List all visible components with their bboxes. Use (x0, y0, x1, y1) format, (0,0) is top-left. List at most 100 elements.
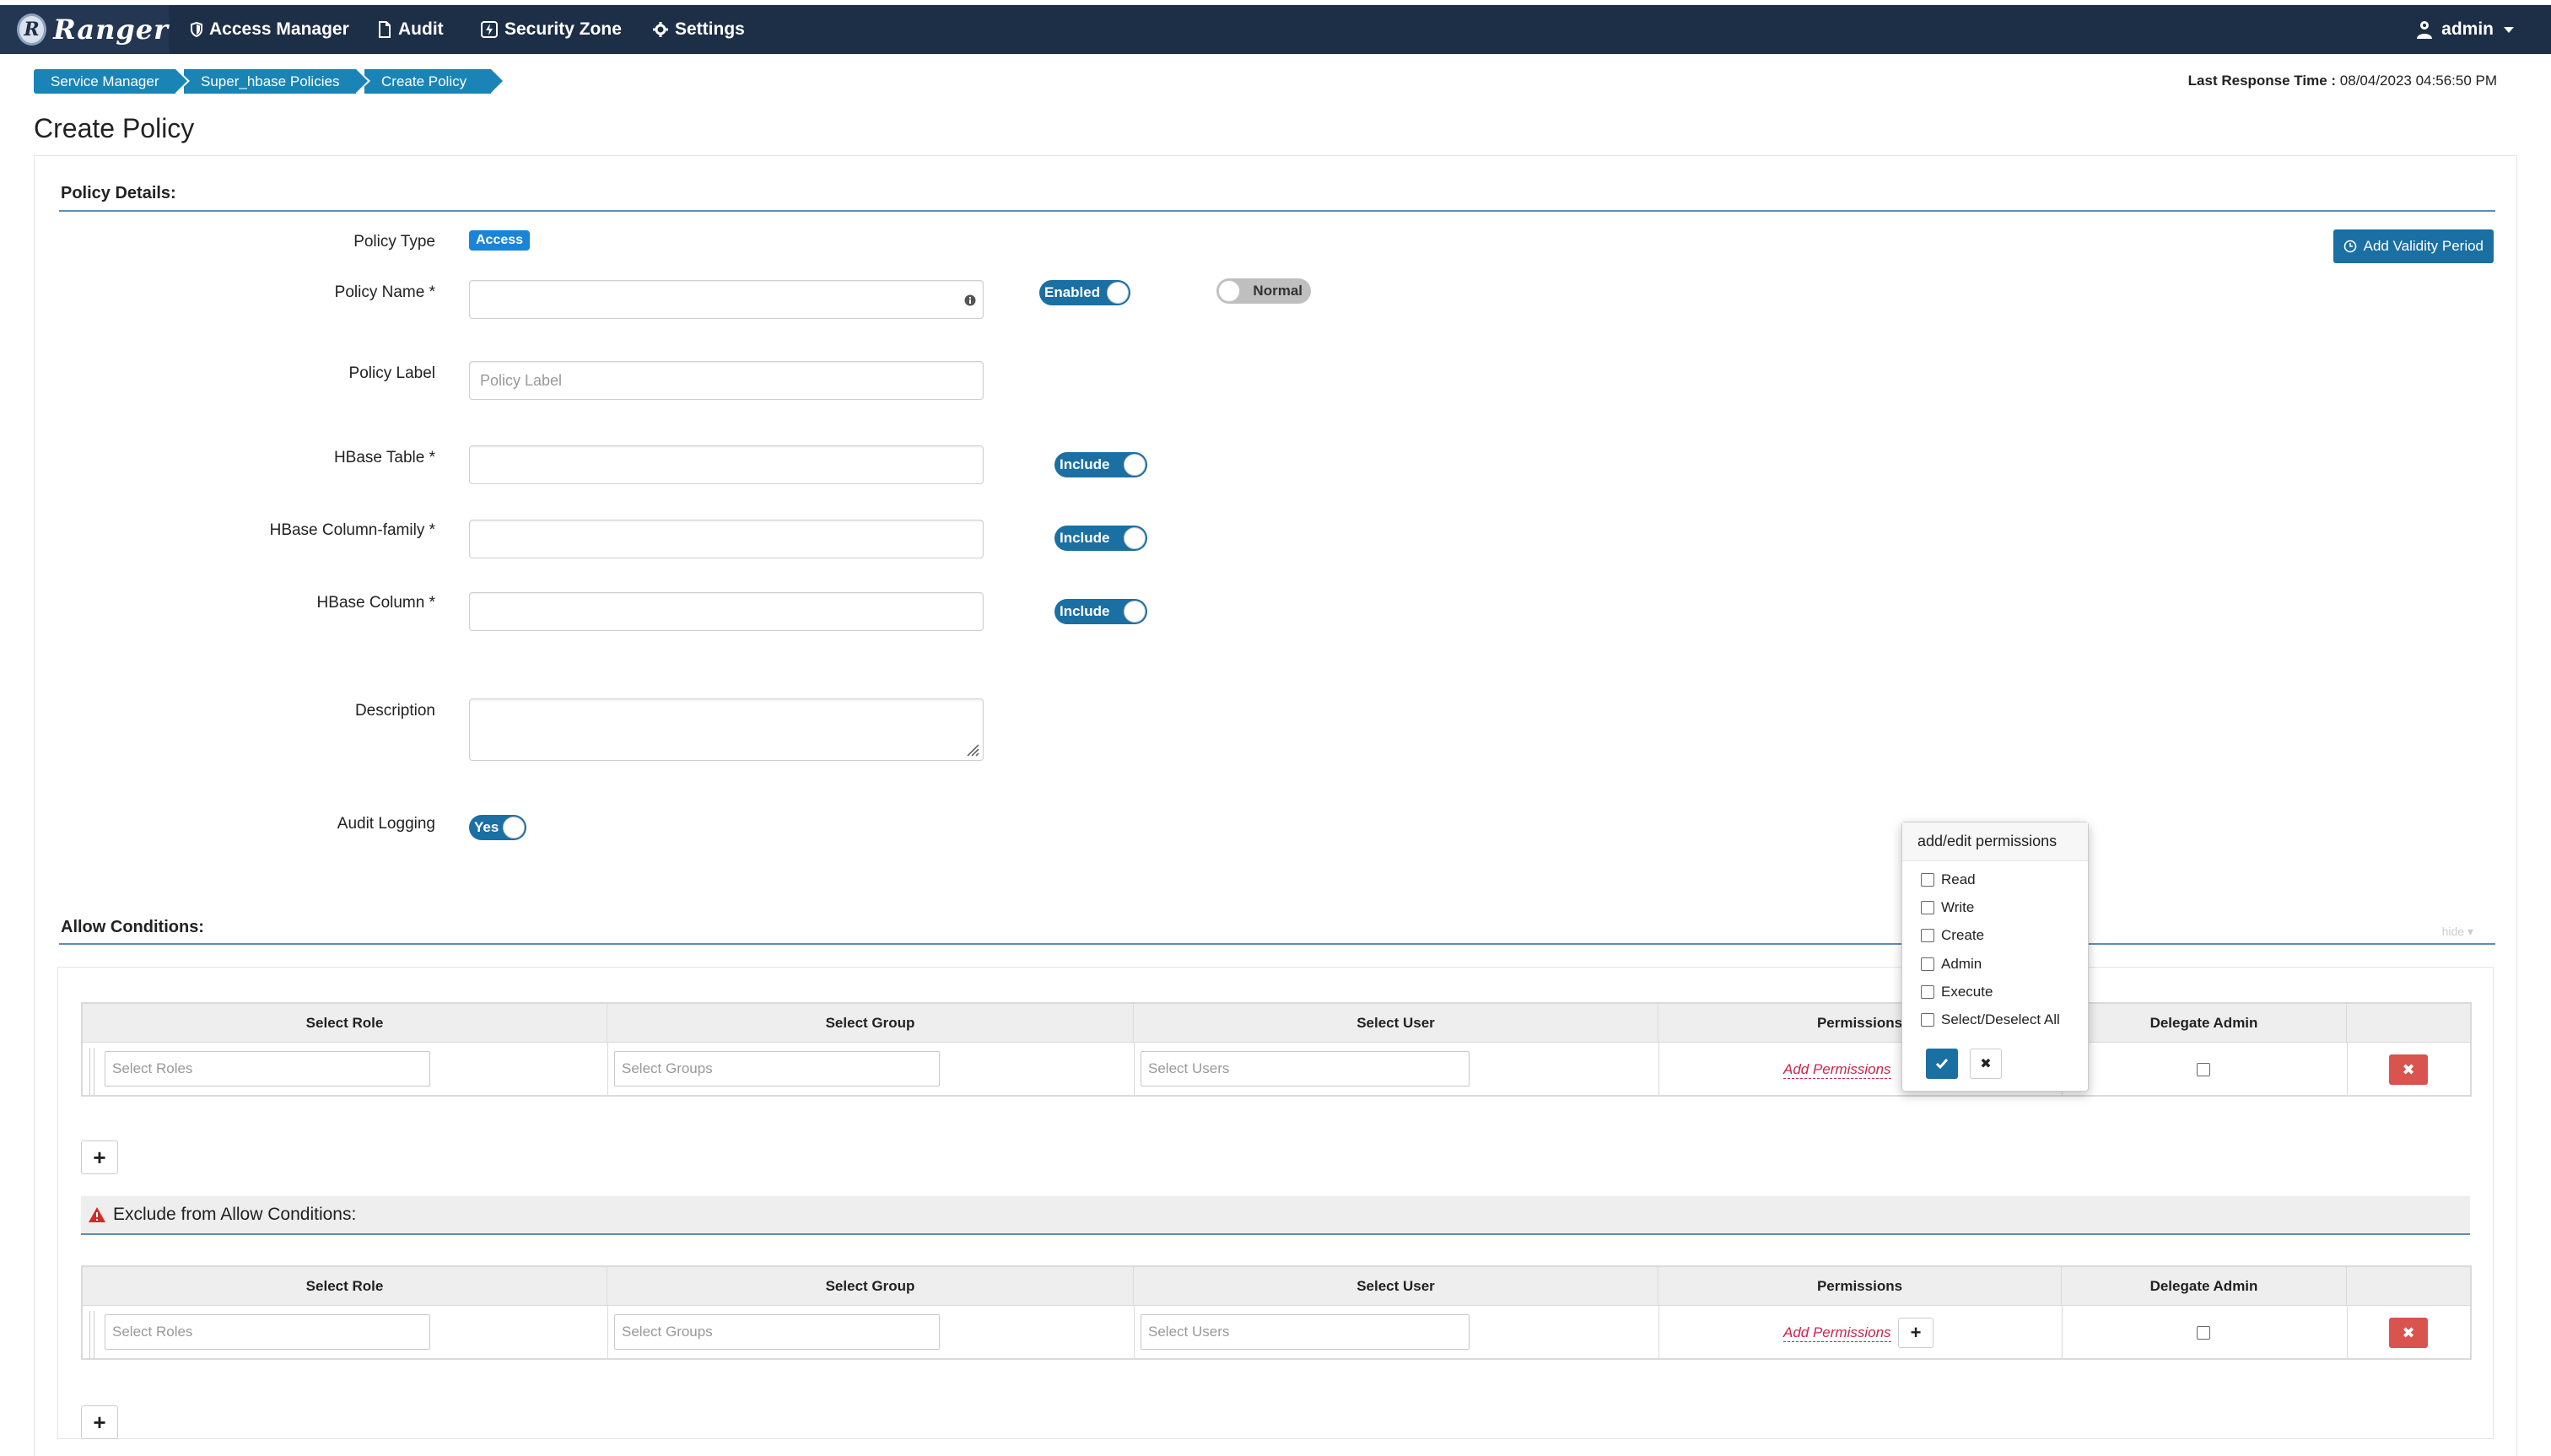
perm-option-label: Read (1941, 871, 1976, 887)
perm-option-label: Write (1941, 899, 1975, 915)
checkbox[interactable] (1921, 873, 1934, 887)
add-permissions-link[interactable]: Add Permissions (1783, 1061, 1891, 1079)
perm-option-label: Execute (1941, 984, 1993, 1000)
col-select-user: Select User (1134, 1004, 1658, 1043)
col-divider (607, 1306, 608, 1358)
popover-confirm-button[interactable] (1926, 1049, 1958, 1079)
section-divider (59, 943, 2495, 945)
toggle-knob (1124, 527, 1146, 549)
perm-option-select-all[interactable]: Select/Deselect All (1921, 1011, 2060, 1028)
normal-toggle[interactable]: Normal (1216, 278, 1311, 304)
audit-logging-label: Audit Logging (337, 815, 435, 833)
permissions-popover: add/edit permissions Read Write Create A… (1901, 822, 2089, 1092)
checkbox[interactable] (1921, 901, 1934, 914)
select-users-input[interactable]: Select Users (1141, 1051, 1470, 1087)
hbase-table-input[interactable] (469, 445, 984, 484)
description-textarea[interactable] (469, 698, 984, 761)
normal-toggle-label: Normal (1253, 283, 1302, 299)
delegate-admin-checkbox[interactable] (2197, 1063, 2210, 1076)
select-roles-input[interactable]: Select Roles (105, 1051, 430, 1087)
select-roles-placeholder: Select Roles (112, 1060, 193, 1076)
col-delegate-admin: Delegate Admin (2062, 1004, 2347, 1043)
drag-handle[interactable] (89, 1311, 94, 1358)
last-response-label: Last Response Time : (2187, 73, 2337, 89)
select-groups-placeholder: Select Groups (622, 1060, 713, 1076)
checkbox[interactable] (1921, 985, 1934, 999)
warning-icon (89, 1207, 105, 1222)
plus-icon: + (93, 1144, 106, 1170)
breadcrumb-create-policy[interactable]: Create Policy (364, 68, 505, 94)
perm-option-create[interactable]: Create (1921, 927, 1984, 944)
exclude-allow-heading: Exclude from Allow Conditions: (113, 1205, 357, 1224)
clock-icon (2343, 240, 2356, 253)
policy-label-placeholder: Policy Label (480, 371, 563, 389)
policy-name-input[interactable] (469, 280, 984, 319)
breadcrumb-label: Service Manager (51, 73, 159, 89)
check-icon (1935, 1059, 1949, 1070)
hbase-column-family-input[interactable] (469, 520, 984, 558)
checkbox[interactable] (1921, 1013, 1934, 1027)
hide-link[interactable]: hide ▾ (2442, 925, 2473, 939)
add-permission-button[interactable]: + (1898, 1318, 1933, 1348)
table-header: Select Role Select Group Select User Per… (83, 1267, 2470, 1306)
hbase-column-family-label: HBase Column-family * (269, 521, 435, 539)
checkbox[interactable] (1921, 957, 1934, 971)
drag-handle[interactable] (89, 1048, 94, 1095)
select-groups-input[interactable]: Select Groups (614, 1314, 940, 1350)
popover-title: add/edit permissions (1902, 822, 2088, 861)
enabled-toggle[interactable]: Enabled (1039, 280, 1130, 305)
breadcrumb-policies[interactable]: Super_hbase Policies (184, 68, 370, 94)
policy-name-label: Policy Name * (334, 283, 435, 301)
perm-option-write[interactable]: Write (1921, 899, 1974, 916)
hbase-cf-include-toggle[interactable]: Include (1054, 526, 1147, 551)
hbase-table-include-toggle[interactable]: Include (1054, 452, 1147, 477)
add-validity-period-button[interactable]: Add Validity Period (2333, 229, 2494, 263)
checkbox[interactable] (1921, 929, 1934, 942)
select-roles-placeholder: Select Roles (112, 1324, 193, 1340)
col-permissions: Permissions (1658, 1267, 2062, 1306)
policy-label-input[interactable]: Policy Label (469, 361, 984, 400)
breadcrumb-service-manager[interactable]: Service Manager (34, 68, 190, 94)
hbase-column-input[interactable] (469, 592, 984, 631)
nav-access-manager[interactable]: Access Manager (191, 5, 349, 54)
allow-conditions-heading: Allow Conditions: (61, 918, 204, 936)
add-permissions-link[interactable]: Add Permissions (1783, 1324, 1891, 1342)
add-exclude-row-button[interactable]: + (81, 1405, 118, 1439)
nav-security-zone[interactable]: Security Zone (481, 5, 622, 54)
hbase-column-include-toggle[interactable]: Include (1054, 599, 1147, 624)
add-validity-label: Add Validity Period (2363, 238, 2484, 254)
popover-cancel-button[interactable]: ✖ (1970, 1049, 2002, 1079)
resize-handle-icon (967, 744, 979, 757)
add-allow-row-button[interactable]: + (81, 1141, 118, 1174)
plus-icon: + (93, 1409, 106, 1435)
perm-option-execute[interactable]: Execute (1921, 984, 1993, 1000)
perm-option-admin[interactable]: Admin (1921, 956, 1982, 973)
audit-logging-toggle[interactable]: Yes (469, 815, 526, 840)
include-toggle-label: Include (1060, 530, 1110, 546)
nav-settings[interactable]: Settings (653, 5, 745, 54)
audit-logging-value: Yes (474, 819, 499, 835)
section-divider (59, 210, 2495, 212)
perm-option-label: Admin (1941, 956, 1982, 972)
table-header: Select Role Select Group Select User Per… (83, 1004, 2470, 1043)
perm-option-read[interactable]: Read (1921, 871, 1976, 888)
plus-icon: + (1910, 1322, 1922, 1343)
file-icon (379, 21, 391, 38)
user-menu[interactable]: admin (2414, 5, 2514, 54)
delete-row-button[interactable]: ✖ (2389, 1054, 2428, 1085)
brand[interactable]: R Ranger (0, 5, 169, 54)
select-users-input[interactable]: Select Users (1141, 1314, 1470, 1350)
allow-conditions-table: Select Role Select Group Select User Per… (81, 1002, 2472, 1097)
col-select-role: Select Role (83, 1004, 607, 1043)
bolt-square-icon (481, 21, 498, 38)
delete-row-button[interactable]: ✖ (2389, 1318, 2428, 1348)
nav-audit-label: Audit (398, 19, 444, 39)
delegate-admin-checkbox[interactable] (2197, 1326, 2210, 1340)
select-groups-input[interactable]: Select Groups (614, 1051, 940, 1087)
breadcrumb-label: Super_hbase Policies (201, 73, 340, 89)
gear-icon (653, 22, 668, 37)
policy-details-heading: Policy Details: (61, 184, 176, 202)
select-roles-input[interactable]: Select Roles (105, 1314, 430, 1350)
include-toggle-label: Include (1060, 603, 1110, 619)
nav-audit[interactable]: Audit (378, 5, 444, 54)
